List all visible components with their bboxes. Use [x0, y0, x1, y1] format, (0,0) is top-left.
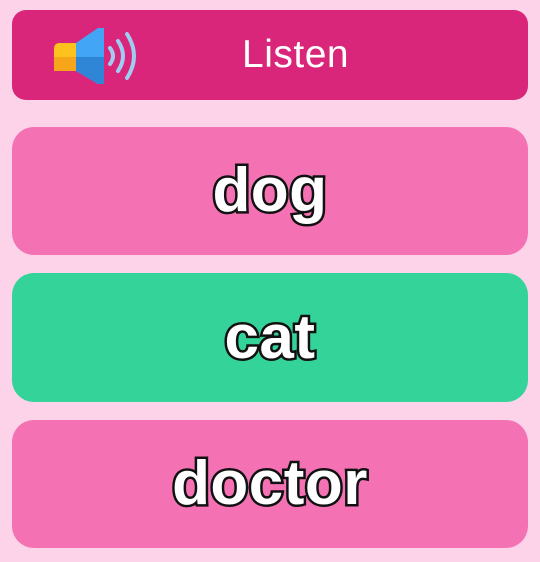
- answer-choice-label: doctor: [170, 447, 370, 521]
- answer-choice-label: cat: [222, 300, 318, 374]
- speaker-icon: [54, 28, 136, 84]
- answer-choice-doctor[interactable]: doctor: [12, 420, 528, 548]
- answer-choice-label: dog: [210, 154, 330, 228]
- listen-button[interactable]: Listen: [12, 10, 528, 100]
- answer-choice-dog[interactable]: dog: [12, 127, 528, 255]
- answer-choice-cat[interactable]: cat: [12, 273, 528, 402]
- listen-label: Listen: [242, 33, 350, 76]
